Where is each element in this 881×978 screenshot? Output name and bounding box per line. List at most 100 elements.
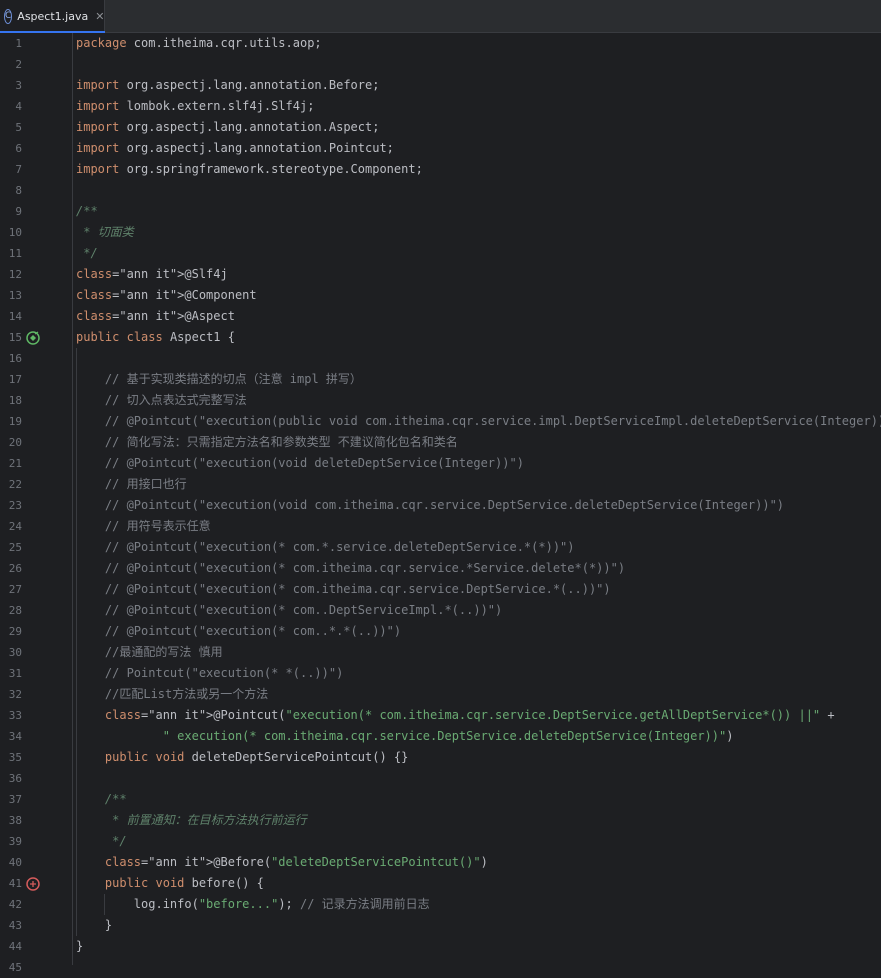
line-number[interactable]: 11 xyxy=(0,243,22,264)
line-number[interactable]: 9 xyxy=(0,201,22,222)
line-number[interactable]: 22 xyxy=(0,474,22,495)
close-icon[interactable]: ✕ xyxy=(95,10,104,23)
line-number[interactable]: 3 xyxy=(0,75,22,96)
line-number[interactable]: 15 xyxy=(0,327,22,348)
code-line: 22 // 用接口也行 xyxy=(0,474,881,495)
code-text: // @Pointcut("execution(* com.itheima.cq… xyxy=(76,561,626,575)
line-number[interactable]: 16 xyxy=(0,348,22,369)
line-number[interactable]: 43 xyxy=(0,915,22,936)
line-number[interactable]: 40 xyxy=(0,852,22,873)
code-text: public void deleteDeptServicePointcut() … xyxy=(104,750,409,764)
code-line: 41 public void before() { xyxy=(0,873,881,894)
line-number[interactable]: 37 xyxy=(0,789,22,810)
code-line: 38 * 前置通知：在目标方法执行前运行 xyxy=(0,810,881,831)
advice-icon[interactable] xyxy=(26,876,40,891)
line-number[interactable]: 42 xyxy=(0,894,22,915)
line-number[interactable]: 21 xyxy=(0,453,22,474)
line-number[interactable]: 39 xyxy=(0,831,22,852)
code-line: 21 // @Pointcut("execution(void deleteDe… xyxy=(0,453,881,474)
line-number[interactable]: 8 xyxy=(0,180,22,201)
code-text: * 切面类 xyxy=(76,225,134,239)
code-line: 5 import org.aspectj.lang.annotation.Aspe… xyxy=(0,117,881,138)
code-text: class="ann it">@Pointcut("execution(* co… xyxy=(104,708,835,722)
code-text: } xyxy=(76,939,84,953)
line-number[interactable]: 32 xyxy=(0,684,22,705)
code-line: 2 xyxy=(0,54,881,75)
code-line: 36 xyxy=(0,768,881,789)
code-text: // Pointcut("execution(* *(..))") xyxy=(76,666,344,680)
code-line: 14 class="ann it">@Aspect xyxy=(0,306,881,327)
code-text: } xyxy=(76,918,113,932)
code-text: import org.aspectj.lang.annotation.Befor… xyxy=(76,78,380,92)
code-text: package com.itheima.cqr.utils.aop; xyxy=(76,36,322,50)
line-number[interactable]: 25 xyxy=(0,537,22,558)
indent-guide xyxy=(104,894,105,915)
code-line: 23 // @Pointcut("execution(void com.ithe… xyxy=(0,495,881,516)
code-text: // @Pointcut("execution(* com..*.*(..))"… xyxy=(76,624,402,638)
line-number[interactable]: 45 xyxy=(0,957,22,978)
code-line: 19 // @Pointcut("execution(public void c… xyxy=(0,411,881,432)
code-text: class="ann it">@Component xyxy=(76,288,257,302)
code-line: 17 // 基于实现类描述的切点（注意 impl 拼写） xyxy=(0,369,881,390)
tab-aspect1-java[interactable]: C Aspect1.java ✕ xyxy=(0,0,105,33)
code-line: 10 * 切面类 xyxy=(0,222,881,243)
line-number[interactable]: 35 xyxy=(0,747,22,768)
aspect-bean-icon[interactable] xyxy=(26,330,40,345)
line-number[interactable]: 13 xyxy=(0,285,22,306)
code-text: log.info("before..."); // 记录方法调用前日志 xyxy=(76,897,430,911)
code-line: 4 import lombok.extern.slf4j.Slf4j; xyxy=(0,96,881,117)
line-number[interactable]: 18 xyxy=(0,390,22,411)
code-line: 7 import org.springframework.stereotype.C… xyxy=(0,159,881,180)
code-line: 32 //匹配List方法或另一个方法 xyxy=(0,684,881,705)
line-number[interactable]: 4 xyxy=(0,96,22,117)
line-number[interactable]: 20 xyxy=(0,432,22,453)
line-number[interactable]: 5 xyxy=(0,117,22,138)
indent-guide xyxy=(76,348,77,936)
line-number[interactable]: 1 xyxy=(0,33,22,54)
code-line: 15 public class Aspect1 { xyxy=(0,327,881,348)
line-number[interactable]: 34 xyxy=(0,726,22,747)
code-line: 12 class="ann it">@Slf4j xyxy=(0,264,881,285)
line-number[interactable]: 2 xyxy=(0,54,22,75)
code-line: 39 */ xyxy=(0,831,881,852)
code-text: */ xyxy=(76,834,127,848)
code-line: 8 xyxy=(0,180,881,201)
code-text: // 简化写法：只需指定方法名和参数类型 不建议简化包名和类名 xyxy=(76,435,458,449)
code-line: 37 /** xyxy=(0,789,881,810)
code-line: 44} xyxy=(0,936,881,957)
line-number[interactable]: 6 xyxy=(0,138,22,159)
line-number[interactable]: 7 xyxy=(0,159,22,180)
code-line: 42 log.info("before..."); // 记录方法调用前日志 xyxy=(0,894,881,915)
code-editor[interactable]: 1 package com.itheima.cqr.utils.aop; 2 3 imp… xyxy=(0,33,881,974)
line-number[interactable]: 41 xyxy=(0,873,22,894)
line-number[interactable]: 44 xyxy=(0,936,22,957)
code-text: // @Pointcut("execution(void com.itheima… xyxy=(76,498,785,512)
line-number[interactable]: 26 xyxy=(0,558,22,579)
code-text: /** xyxy=(76,792,127,806)
line-number[interactable]: 24 xyxy=(0,516,22,537)
code-line: 43 } xyxy=(0,915,881,936)
code-line: 6 import org.aspectj.lang.annotation.Poin… xyxy=(0,138,881,159)
line-number[interactable]: 36 xyxy=(0,768,22,789)
code-line: 45 xyxy=(0,957,881,978)
line-number[interactable]: 14 xyxy=(0,306,22,327)
line-number[interactable]: 19 xyxy=(0,411,22,432)
code-text: // 基于实现类描述的切点（注意 impl 拼写） xyxy=(76,372,362,386)
line-number[interactable]: 10 xyxy=(0,222,22,243)
line-number[interactable]: 27 xyxy=(0,579,22,600)
code-text: * 前置通知：在目标方法执行前运行 xyxy=(76,813,307,827)
line-number[interactable]: 28 xyxy=(0,600,22,621)
code-text: class="ann it">@Before("deleteDeptServic… xyxy=(104,855,488,869)
code-line: 26 // @Pointcut("execution(* com.itheima… xyxy=(0,558,881,579)
code-text: //最通配的写法 慎用 xyxy=(76,645,223,659)
line-number[interactable]: 17 xyxy=(0,369,22,390)
line-number[interactable]: 23 xyxy=(0,495,22,516)
code-line: 18 // 切入点表达式完整写法 xyxy=(0,390,881,411)
line-number[interactable]: 12 xyxy=(0,264,22,285)
code-text: /** xyxy=(76,204,98,218)
line-number[interactable]: 33 xyxy=(0,705,22,726)
line-number[interactable]: 31 xyxy=(0,663,22,684)
line-number[interactable]: 29 xyxy=(0,621,22,642)
line-number[interactable]: 30 xyxy=(0,642,22,663)
line-number[interactable]: 38 xyxy=(0,810,22,831)
